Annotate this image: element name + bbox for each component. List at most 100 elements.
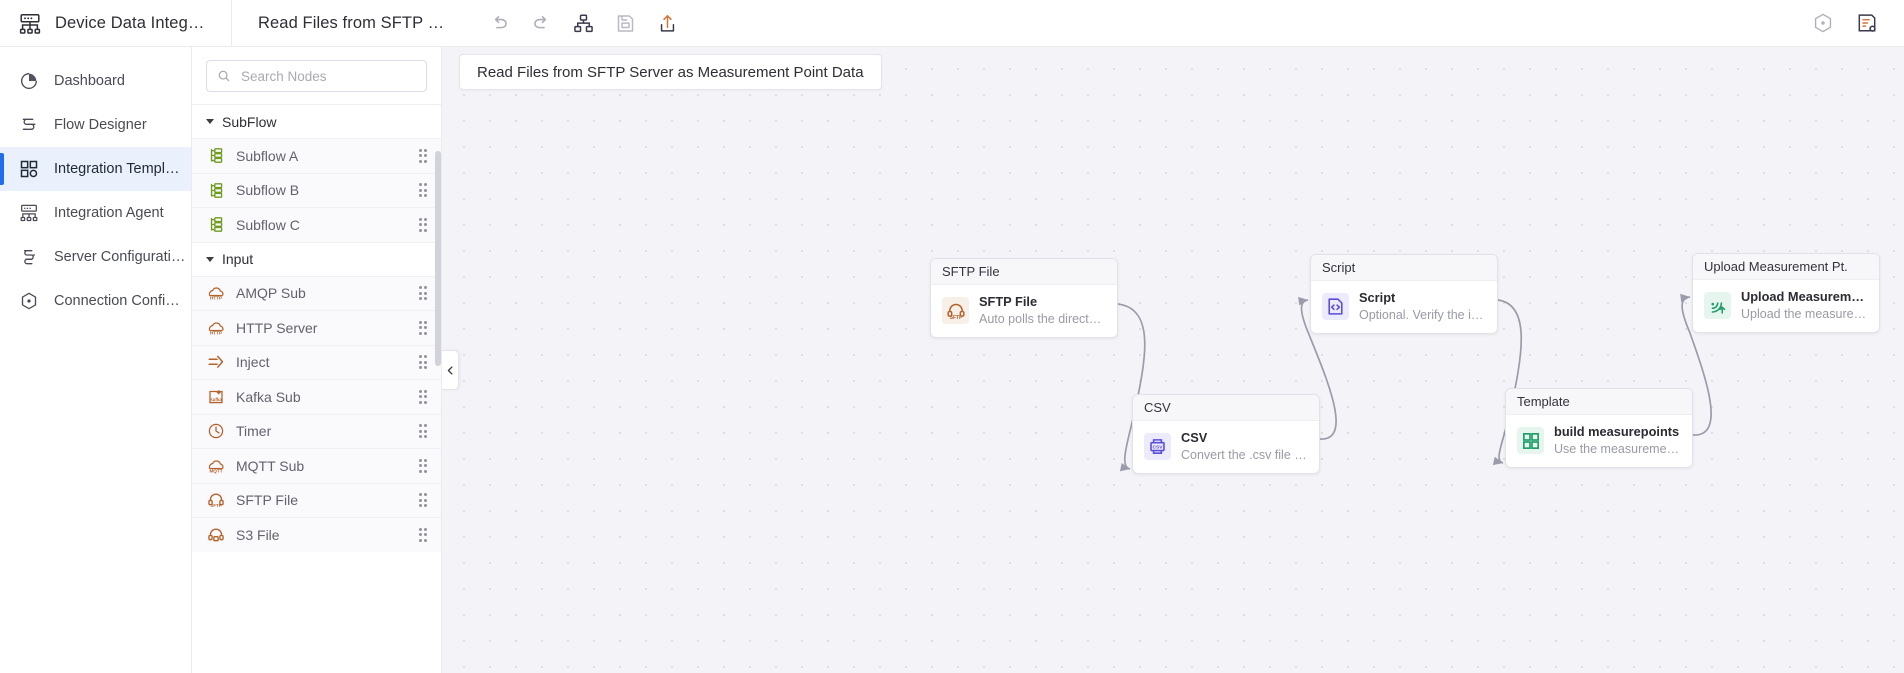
undo-button[interactable] <box>482 6 516 40</box>
drag-handle-icon[interactable] <box>419 528 428 542</box>
palette-scrollbar[interactable] <box>435 151 441 366</box>
svg-text:MQTT: MQTT <box>209 468 222 473</box>
palette-item-timer[interactable]: Timer <box>192 414 441 449</box>
svg-text:SFTP: SFTP <box>949 315 962 321</box>
node-body: Script Optional. Verify the inpu… <box>1311 281 1497 333</box>
mqtt-cloud-icon: MQTT <box>206 456 225 475</box>
sidebar-item-connection-configurations[interactable]: Connection Configu… <box>0 279 191 323</box>
upload-icon <box>1704 292 1731 319</box>
canvas-node-upload-measurement-point[interactable]: Upload Measurement Pt. Upload Measuremen… <box>1692 253 1880 333</box>
sftp-icon: SFTP <box>942 297 969 324</box>
canvas-node-template[interactable]: Template build measurepoints Use the mea… <box>1505 388 1693 468</box>
main-body: Dashboard Flow Designer <box>0 47 1904 673</box>
palette-group-label: Input <box>222 251 253 267</box>
subflow-icon <box>206 181 225 200</box>
canvas-node-sftp-file[interactable]: SFTP File SFTP SFTP File Auto polls the … <box>930 258 1118 338</box>
drag-handle-icon[interactable] <box>419 321 428 335</box>
palette-item-inject[interactable]: Inject <box>192 345 441 380</box>
hexagon-dot-icon <box>18 290 40 312</box>
palette-item-amqp-sub[interactable]: HTTP AMQP Sub <box>192 276 441 311</box>
palette-group-label: SubFlow <box>222 114 276 130</box>
palette-item-label: HTTP Server <box>236 320 408 336</box>
palette-group-subflow[interactable]: SubFlow <box>192 104 441 138</box>
connection-status-icon[interactable] <box>1806 6 1840 40</box>
drag-handle-icon[interactable] <box>419 218 428 232</box>
subflow-icon <box>206 146 225 165</box>
sidebar-item-label: Connection Configu… <box>54 293 186 309</box>
caret-down-icon <box>206 257 214 262</box>
palette-group-input[interactable]: Input <box>192 242 441 276</box>
palette-collapse-button[interactable] <box>442 350 459 390</box>
sidebar-item-label: Integration Templates <box>54 161 186 177</box>
svg-text:Kafka: Kafka <box>209 397 222 402</box>
grid-blocks-icon <box>18 158 40 180</box>
template-icon <box>1517 427 1544 454</box>
palette-item-subflow-c[interactable]: Subflow C <box>192 207 441 242</box>
stacked-layers-icon <box>18 246 40 268</box>
palette-item-label: Subflow A <box>236 148 408 164</box>
sidebar-nav: Dashboard Flow Designer <box>0 47 192 673</box>
flow-canvas[interactable]: Read Files from SFTP Server as Measureme… <box>442 47 1904 673</box>
auto-layout-button[interactable] <box>566 6 600 40</box>
node-description: Use the measurement p… <box>1554 441 1682 457</box>
palette-item-subflow-a[interactable]: Subflow A <box>192 138 441 173</box>
palette-item-s3-file[interactable]: S3 File <box>192 517 441 552</box>
drag-handle-icon[interactable] <box>419 355 428 369</box>
kafka-icon: Kafka <box>206 387 225 406</box>
palette-item-mqtt-sub[interactable]: MQTT MQTT Sub <box>192 448 441 483</box>
svg-text:SFTP: SFTP <box>210 503 222 508</box>
search-box[interactable] <box>206 60 427 92</box>
palette-item-label: Timer <box>236 423 408 439</box>
palette-item-kafka-sub[interactable]: Kafka Kafka Sub <box>192 379 441 414</box>
palette-item-http-server[interactable]: HTTP HTTP Server <box>192 310 441 345</box>
node-header: Script <box>1311 255 1497 281</box>
node-body: Upload Measurement Pt. Upload the measur… <box>1693 280 1879 332</box>
drag-handle-icon[interactable] <box>419 424 428 438</box>
node-body: build measurepoints Use the measurement … <box>1506 415 1692 467</box>
palette-item-label: Subflow B <box>236 182 408 198</box>
node-description: Upload the measureme… <box>1741 306 1869 322</box>
sidebar-item-integration-agent[interactable]: Integration Agent <box>0 191 191 235</box>
svg-text:CSV: CSV <box>1152 445 1163 451</box>
node-text: build measurepoints Use the measurement … <box>1554 424 1682 457</box>
drag-handle-icon[interactable] <box>419 459 428 473</box>
node-body: CSV CSV Convert the .csv file to a… <box>1133 421 1319 473</box>
drag-handle-icon[interactable] <box>419 286 428 300</box>
drag-handle-icon[interactable] <box>419 390 428 404</box>
node-body: SFTP SFTP File Auto polls the directory … <box>931 285 1117 337</box>
palette-item-sftp-file[interactable]: SFTP SFTP File <box>192 483 441 518</box>
palette-item-label: Inject <box>236 354 408 370</box>
node-text: Upload Measurement Pt. Upload the measur… <box>1741 289 1869 322</box>
connection-wires <box>442 47 1904 673</box>
node-header: CSV <box>1133 395 1319 421</box>
chevron-left-icon <box>445 365 456 376</box>
palette-item-label: Subflow C <box>236 217 408 233</box>
drag-handle-icon[interactable] <box>419 149 428 163</box>
subflow-icon <box>206 215 225 234</box>
sidebar-item-integration-templates[interactable]: Integration Templates <box>0 147 191 191</box>
search-wrap <box>192 47 441 104</box>
sidebar-item-label: Integration Agent <box>54 205 164 221</box>
drag-handle-icon[interactable] <box>419 493 428 507</box>
redo-button[interactable] <box>524 6 558 40</box>
search-input[interactable] <box>239 68 416 85</box>
node-title: CSV <box>1181 430 1309 446</box>
sidebar-item-flow-designer[interactable]: Flow Designer <box>0 103 191 147</box>
export-button[interactable] <box>650 6 684 40</box>
canvas-node-csv[interactable]: CSV CSV CSV Convert the .csv file to a… <box>1132 394 1320 474</box>
save-button[interactable] <box>608 6 642 40</box>
app-root: Device Data Integ… Read Files from SFTP … <box>0 0 1904 673</box>
logs-icon[interactable] <box>1850 6 1884 40</box>
node-text: CSV Convert the .csv file to a… <box>1181 430 1309 463</box>
node-text: Script Optional. Verify the inpu… <box>1359 290 1487 323</box>
palette-item-subflow-b[interactable]: Subflow B <box>192 173 441 208</box>
sidebar-item-dashboard[interactable]: Dashboard <box>0 59 191 103</box>
drag-handle-icon[interactable] <box>419 183 428 197</box>
caret-down-icon <box>206 119 214 124</box>
brand[interactable]: Device Data Integ… <box>0 0 232 47</box>
sidebar-item-server-configurations[interactable]: Server Configurations <box>0 235 191 279</box>
canvas-title-tab[interactable]: Read Files from SFTP Server as Measureme… <box>459 54 882 90</box>
node-palette: SubFlow Subflow A <box>192 47 442 673</box>
canvas-node-script[interactable]: Script Script Optional. Verify the inpu… <box>1310 254 1498 334</box>
palette-item-label: AMQP Sub <box>236 285 408 301</box>
